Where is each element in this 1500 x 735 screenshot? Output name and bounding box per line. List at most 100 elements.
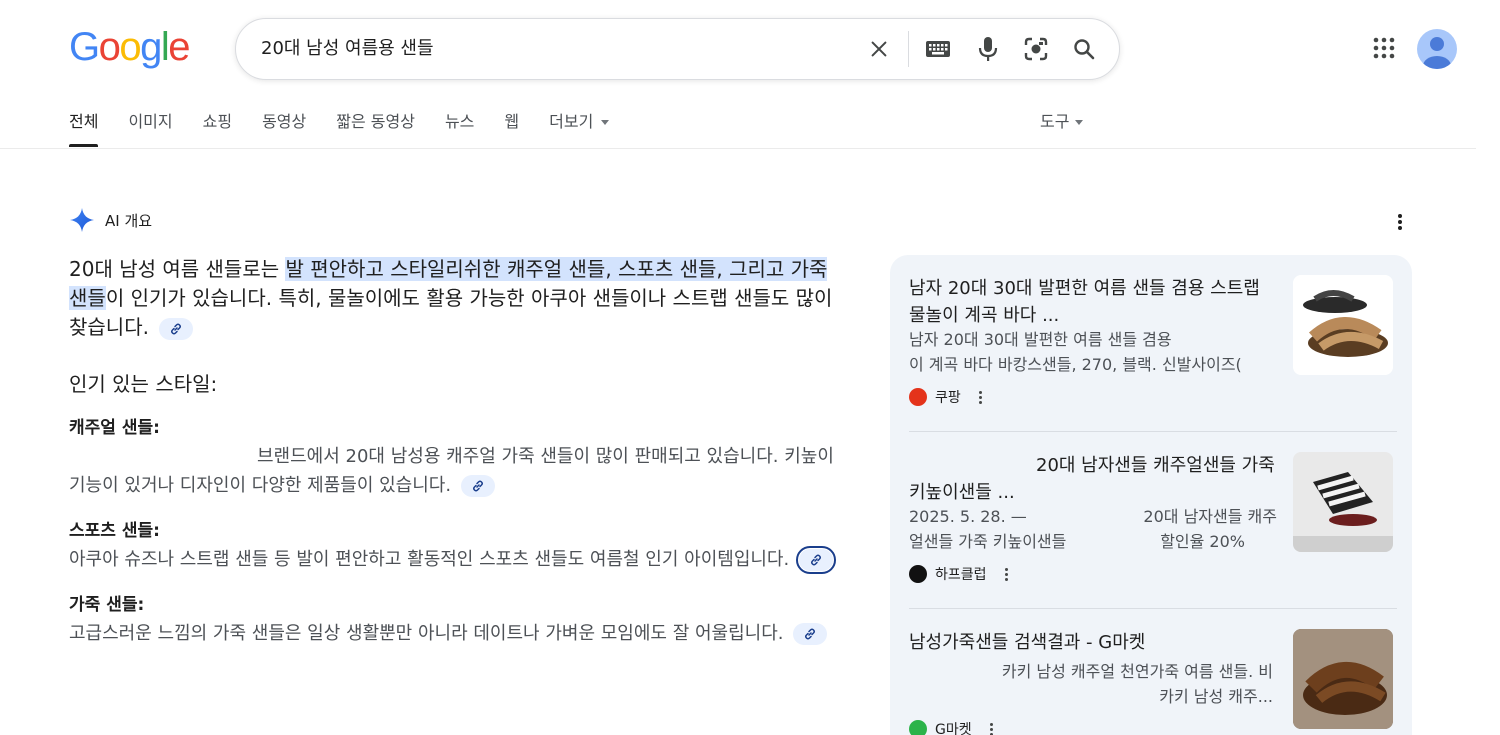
source-title[interactable]: 20대 남자샌들 캐주얼샌들 가죽 키높이샌들 ... bbox=[909, 452, 1279, 506]
source-card[interactable]: 남자 20대 30대 발편한 여름 샌들 겸용 스트랩 물놀이 계곡 바다 ..… bbox=[909, 275, 1397, 415]
desc-line: 카키 남성 캐주... bbox=[1159, 687, 1273, 706]
google-logo[interactable]: Google bbox=[69, 25, 190, 69]
microphone-icon[interactable] bbox=[972, 33, 1004, 65]
casual-sandals-text: 브랜드에서 20대 남성용 캐주얼 가죽 샌들이 많이 판매되고 있습니다. 키… bbox=[69, 442, 844, 500]
tab-all[interactable]: 전체 bbox=[69, 108, 99, 148]
source-divider bbox=[909, 608, 1397, 609]
sources-panel: 남자 20대 30대 발편한 여름 샌들 겸용 스트랩 물놀이 계곡 바다 ..… bbox=[890, 255, 1412, 735]
tools-button[interactable]: 도구 bbox=[1040, 108, 1084, 136]
ai-overview-header: AI 개요 bbox=[69, 207, 152, 233]
source-title[interactable]: 남성가죽샌들 검색결과 - G마켓 bbox=[909, 629, 1279, 656]
tools-label: 도구 bbox=[1040, 112, 1070, 131]
sandal-thumbnail[interactable] bbox=[1293, 452, 1393, 552]
keyboard-icon[interactable] bbox=[922, 33, 954, 65]
logo-letter-o2: o bbox=[119, 25, 141, 69]
leather-sandals-text: 고급스러운 느낌의 가죽 샌들은 일상 생활뿐만 아니라 데이트나 가벼운 모임… bbox=[69, 619, 844, 648]
logo-letter-g2: g bbox=[140, 25, 162, 69]
desc-row: 2025. 5. 28. — 20대 남자샌들 캐주 bbox=[909, 504, 1279, 529]
casual-text: 브랜드에서 20대 남성용 캐주얼 가죽 샌들이 많이 판매되고 있습니다. 키… bbox=[69, 446, 834, 496]
account-avatar[interactable] bbox=[1417, 29, 1457, 69]
more-options-icon[interactable] bbox=[1388, 210, 1412, 234]
desc-discount: 할인율 20% bbox=[1160, 532, 1245, 551]
desc-line: 남자 20대 30대 발편한 여름 샌들 겸용 bbox=[909, 330, 1172, 349]
sports-text: 아쿠아 슈즈나 스트랩 샌들 등 발이 편안하고 활동적인 스포츠 샌들도 여름… bbox=[69, 549, 790, 570]
apps-grid-icon[interactable] bbox=[1368, 32, 1400, 64]
tab-label: 쇼핑 bbox=[202, 112, 233, 131]
site-name: 하프클럽 bbox=[935, 567, 987, 583]
link-icon bbox=[171, 323, 182, 334]
source-site[interactable]: 쿠팡 bbox=[909, 387, 982, 407]
search-divider bbox=[908, 31, 909, 67]
popular-styles-heading: 인기 있는 스타일: bbox=[69, 372, 218, 396]
search-input[interactable]: 20대 남성 여름용 샌들 bbox=[261, 19, 434, 79]
tab-label: 동영상 bbox=[262, 112, 307, 131]
more-options-icon[interactable] bbox=[989, 722, 993, 735]
source-site[interactable]: 하프클럽 bbox=[909, 564, 1008, 584]
lens-camera-icon[interactable] bbox=[1020, 33, 1052, 65]
search-box[interactable]: 20대 남성 여름용 샌들 bbox=[235, 18, 1120, 80]
tab-news[interactable]: 뉴스 bbox=[445, 108, 474, 148]
desc-line: 얼샌들 가죽 키높이샌들 bbox=[909, 532, 1067, 551]
tab-more[interactable]: 더보기 bbox=[549, 108, 610, 148]
site-name: G마켓 bbox=[935, 722, 972, 735]
source-card[interactable]: 남성가죽샌들 검색결과 - G마켓 카키 남성 캐주얼 천연가죽 여름 샌들. … bbox=[909, 629, 1397, 735]
lead-text-pre: 20대 남성 여름 샌들로는 bbox=[69, 257, 286, 281]
tab-label: 웹 bbox=[504, 112, 520, 131]
ai-overview-body: 20대 남성 여름 샌들로는 발 편안하고 스타일리쉬한 캐주얼 샌들, 스포츠… bbox=[69, 255, 844, 648]
source-title[interactable]: 남자 20대 30대 발편한 여름 샌들 겸용 스트랩 물놀이 계곡 바다 ..… bbox=[909, 275, 1279, 329]
tab-shopping[interactable]: 쇼핑 bbox=[203, 108, 232, 148]
chevron-down-icon bbox=[601, 120, 610, 125]
tab-label: 이미지 bbox=[128, 112, 173, 131]
sandal-thumbnail[interactable] bbox=[1293, 629, 1393, 729]
clear-icon[interactable] bbox=[863, 33, 895, 65]
logo-letter-o1: o bbox=[98, 25, 121, 69]
source-link-chip[interactable] bbox=[795, 546, 836, 574]
tabs-divider bbox=[0, 148, 1476, 149]
coupang-favicon-icon bbox=[909, 388, 927, 406]
casual-sandals-heading: 캐주얼 샌들: bbox=[69, 418, 160, 438]
leather-sandals-heading: 가죽 샌들: bbox=[69, 595, 145, 615]
more-options-icon[interactable] bbox=[978, 390, 982, 404]
source-card[interactable]: 20대 남자샌들 캐주얼샌들 가죽 키높이샌들 ... 2025. 5. 28.… bbox=[909, 452, 1397, 592]
tab-short-videos[interactable]: 짧은 동영상 bbox=[336, 108, 415, 148]
tab-videos[interactable]: 동영상 bbox=[262, 108, 306, 148]
search-icon[interactable] bbox=[1068, 33, 1100, 65]
source-site[interactable]: G마켓 bbox=[909, 719, 993, 735]
gmarket-favicon-icon bbox=[909, 720, 927, 735]
source-divider bbox=[909, 431, 1397, 432]
leather-text: 고급스러운 느낌의 가죽 샌들은 일상 생활뿐만 아니라 데이트나 가벼운 모임… bbox=[69, 623, 784, 644]
ai-overview-title: AI 개요 bbox=[105, 211, 153, 230]
tab-web[interactable]: 웹 bbox=[504, 108, 519, 148]
logo-letter-l: l bbox=[160, 25, 170, 69]
more-options-icon[interactable] bbox=[1004, 567, 1008, 581]
source-description: 2025. 5. 28. — 20대 남자샌들 캐주 얼샌들 가죽 키높이샌들 할인… bbox=[909, 504, 1279, 554]
source-date: 2025. 5. 28. — bbox=[909, 507, 1027, 526]
source-link-chip[interactable] bbox=[793, 623, 828, 645]
logo-letter-g: G bbox=[69, 25, 100, 69]
tab-label: 전체 bbox=[69, 112, 99, 131]
link-icon bbox=[810, 554, 821, 566]
search-tabs: 전체 이미지 쇼핑 동영상 짧은 동영상 뉴스 웹 더보기 bbox=[69, 108, 639, 148]
sports-sandals-text: 아쿠아 슈즈나 스트랩 샌들 등 발이 편안하고 활동적인 스포츠 샌들도 여름… bbox=[69, 545, 844, 574]
link-icon bbox=[472, 480, 483, 492]
tab-label: 뉴스 bbox=[444, 112, 475, 131]
sandal-thumbnail[interactable] bbox=[1293, 275, 1393, 375]
link-icon bbox=[805, 628, 816, 640]
source-link-chip[interactable] bbox=[159, 317, 194, 340]
desc-row: 얼샌들 가죽 키높이샌들 할인율 20% bbox=[909, 529, 1279, 554]
site-name: 쿠팡 bbox=[935, 390, 961, 406]
tab-label: 짧은 동영상 bbox=[336, 112, 415, 131]
sports-sandals-heading: 스포츠 샌들: bbox=[69, 521, 160, 541]
desc-right: 20대 남자샌들 캐주 bbox=[1143, 507, 1277, 526]
source-description: 남자 20대 30대 발편한 여름 샌들 겸용 이 계곡 바다 바캉스샌들, 2… bbox=[909, 327, 1279, 377]
chevron-down-icon bbox=[1075, 120, 1084, 125]
source-description: 카키 남성 캐주얼 천연가죽 여름 샌들. 비 카키 남성 캐주... bbox=[909, 659, 1279, 709]
gemini-sparkle-icon bbox=[70, 208, 94, 232]
tab-images[interactable]: 이미지 bbox=[128, 108, 172, 148]
desc-line: 카키 남성 캐주얼 천연가죽 여름 샌들. 비 bbox=[1001, 662, 1273, 681]
desc-line: 이 계곡 바다 바캉스샌들, 270, 블랙. 신발사이즈( bbox=[909, 355, 1242, 374]
source-link-chip[interactable] bbox=[460, 475, 495, 497]
logo-letter-e: e bbox=[168, 25, 190, 69]
tab-label: 더보기 bbox=[549, 112, 594, 131]
ai-lead-paragraph: 20대 남성 여름 샌들로는 발 편안하고 스타일리쉬한 캐주얼 샌들, 스포츠… bbox=[69, 255, 844, 342]
